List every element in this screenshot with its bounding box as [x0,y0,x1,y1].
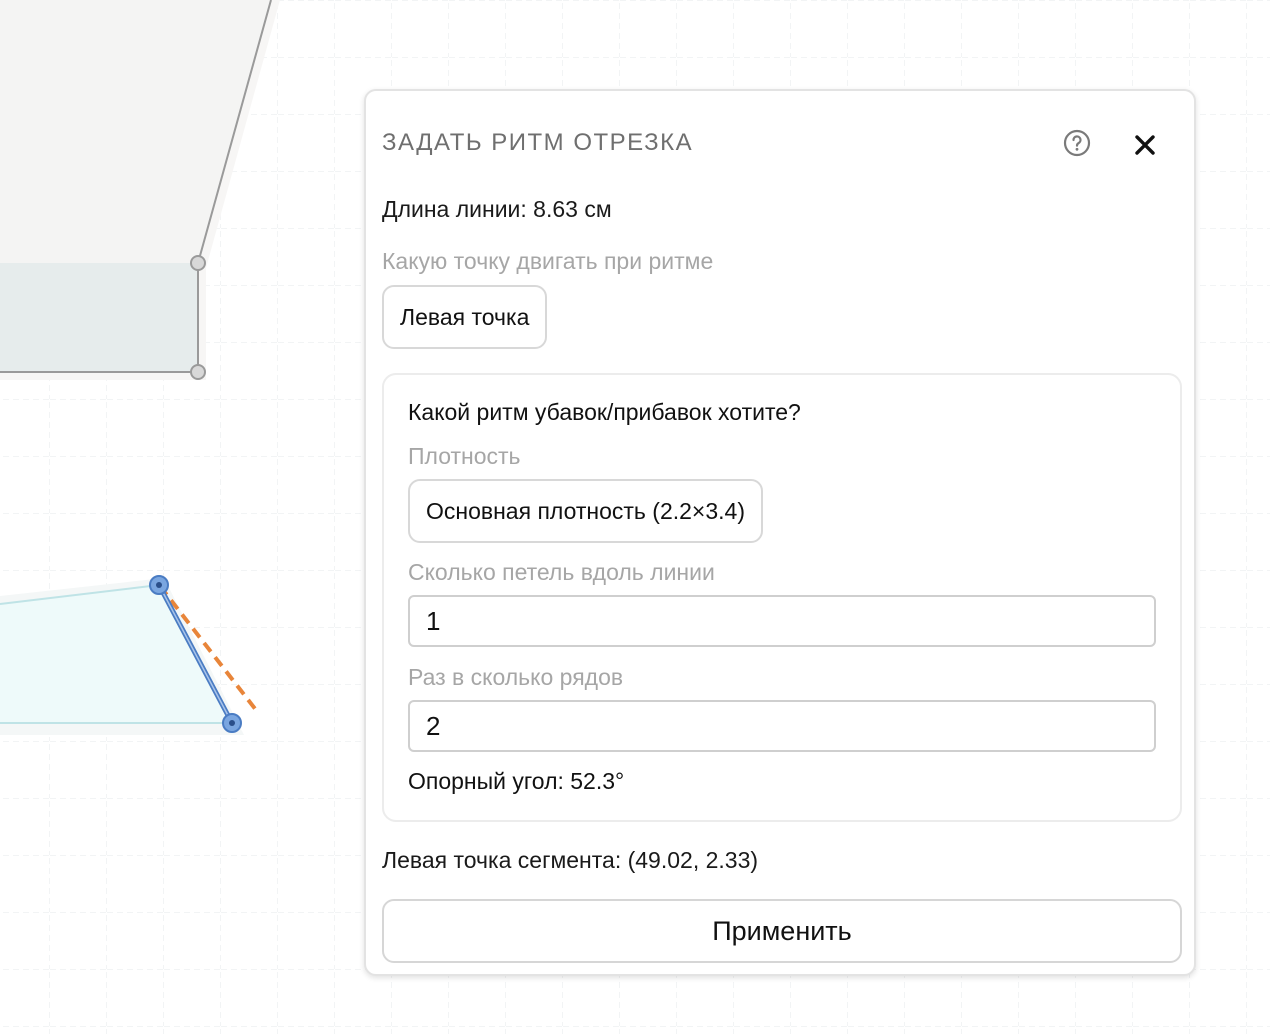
density-select[interactable]: Основная плотность (2.2×3.4) [408,479,763,543]
rhythm-section: Какой ритм убавок/прибавок хотите? Плотн… [382,373,1182,822]
pattern-piece-upper-band [0,263,198,372]
segment-left-point-text: Левая точка сегмента: (49.02, 2.33) [382,847,759,873]
segment-handle-right-dot [229,720,235,726]
loops-label: Сколько петель вдоль линии [408,559,715,585]
rows-input[interactable] [408,700,1156,752]
segment-rhythm-dialog: ЗАДАТЬ РИТМ ОТРЕЗКА Длина линии: 8.63 см… [364,89,1196,976]
rows-label: Раз в сколько рядов [408,664,624,690]
reference-angle-text: Опорный угол: 52.3° [408,768,625,794]
move-point-label: Какую точку двигать при ритме [382,248,714,274]
density-label: Плотность [408,443,521,469]
help-circle-icon[interactable] [1063,129,1091,157]
apply-button[interactable]: Применить [382,899,1182,963]
vertex-handle[interactable] [190,255,206,271]
segment-handle-left-dot [156,582,162,588]
move-point-select[interactable]: Левая точка [382,285,548,349]
close-icon[interactable] [1132,132,1158,158]
dialog-title: ЗАДАТЬ РИТМ ОТРЕЗКА [382,129,694,156]
loops-input[interactable] [408,595,1156,647]
vertex-handle[interactable] [190,364,206,380]
rhythm-section-title: Какой ритм убавок/прибавок хотите? [408,399,801,425]
line-length-text: Длина линии: 8.63 см [382,196,612,222]
